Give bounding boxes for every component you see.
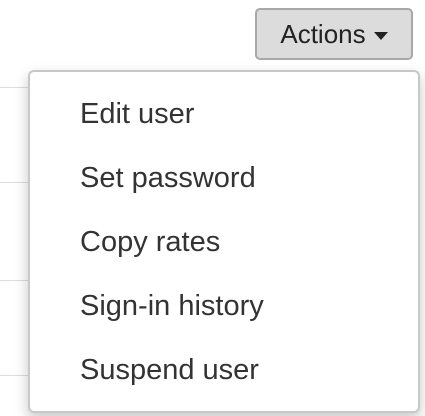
menu-item-suspend-user[interactable]: Suspend user <box>30 338 418 402</box>
menu-item-set-password[interactable]: Set password <box>30 146 418 210</box>
caret-down-icon <box>373 31 388 40</box>
menu-item-edit-user[interactable]: Edit user <box>30 82 418 146</box>
actions-dropdown-button[interactable]: Actions <box>255 8 413 60</box>
menu-item-copy-rates[interactable]: Copy rates <box>30 210 418 274</box>
actions-button-label: Actions <box>280 18 366 49</box>
menu-item-sign-in-history[interactable]: Sign-in history <box>30 274 418 338</box>
actions-dropdown-menu: Edit user Set password Copy rates Sign-i… <box>28 70 420 413</box>
